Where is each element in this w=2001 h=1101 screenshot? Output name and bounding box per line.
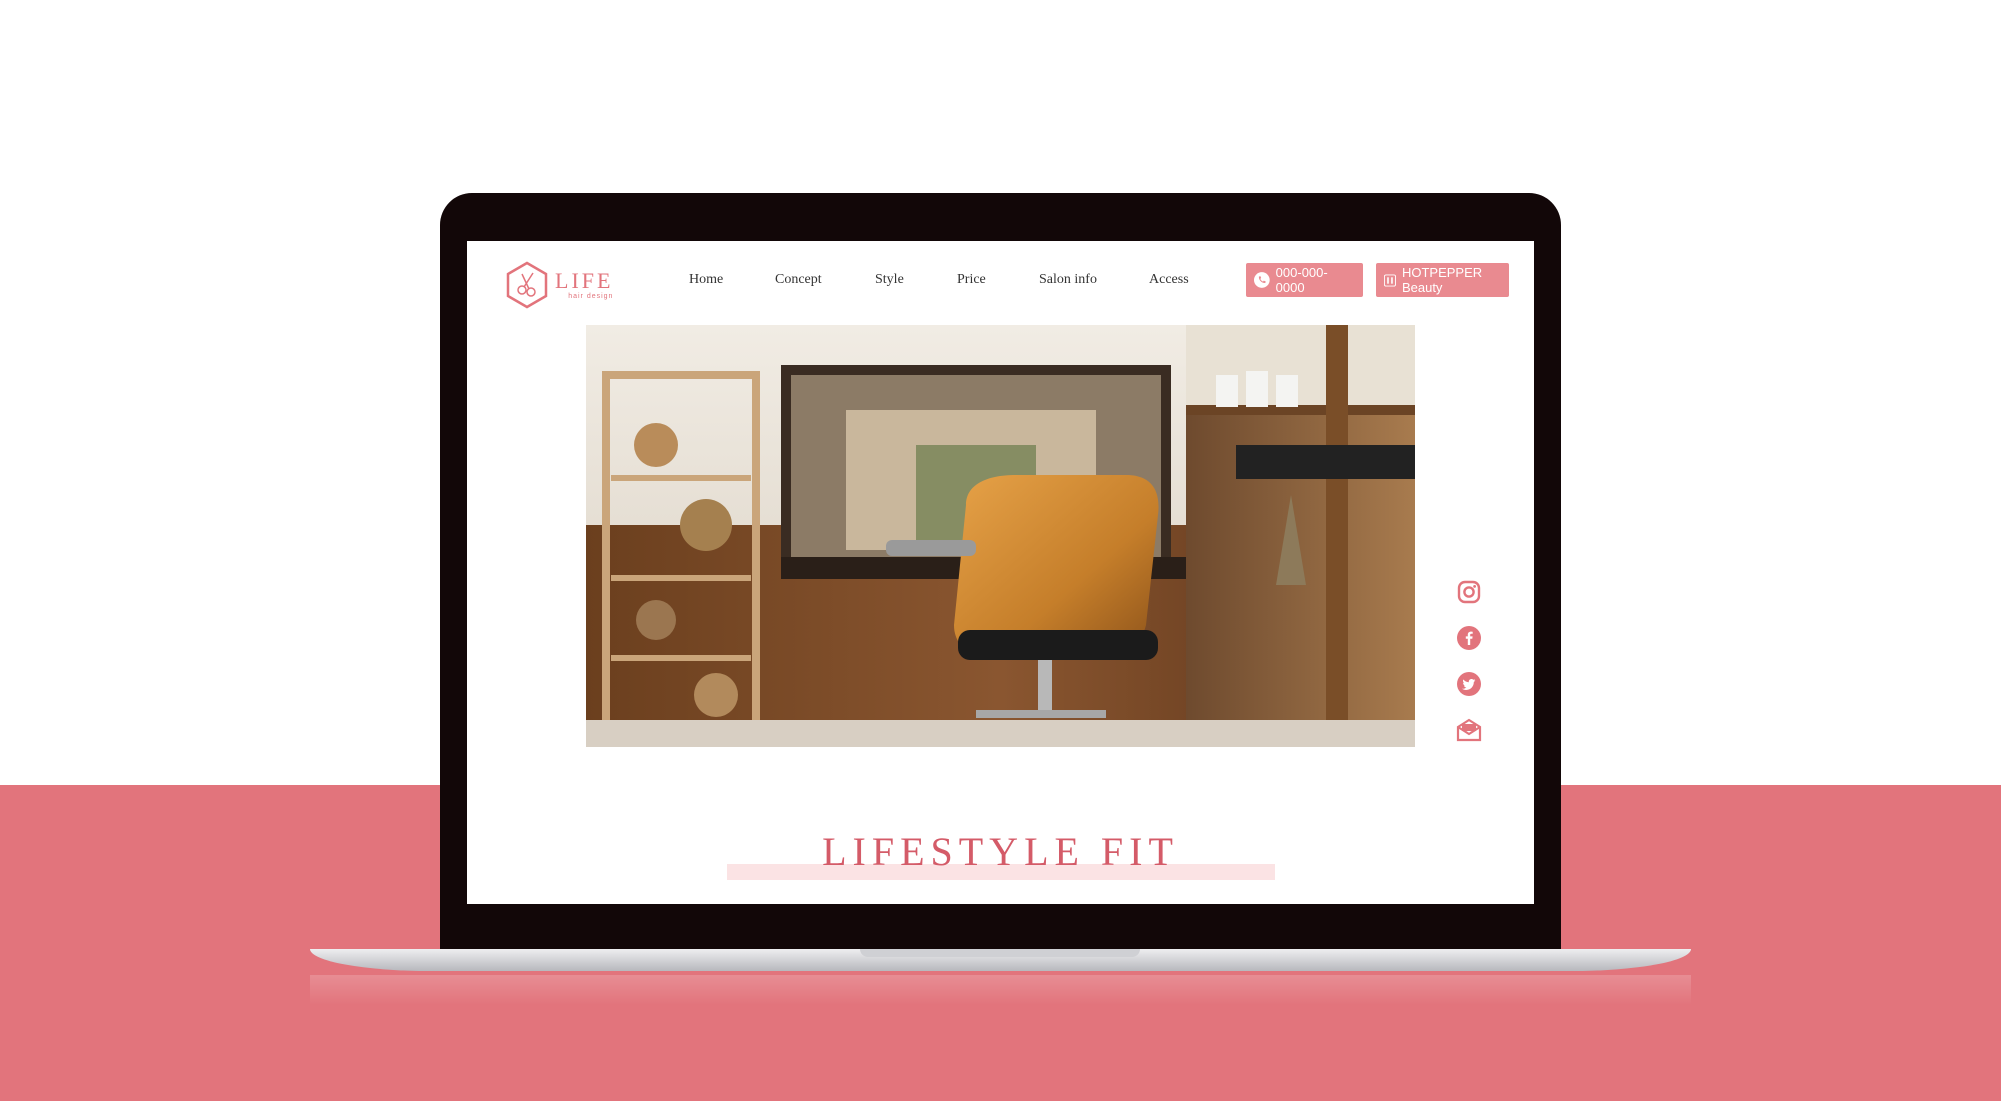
scissors-hexagon-icon — [506, 261, 548, 309]
logo-title: LIFE — [555, 268, 614, 293]
instagram-icon[interactable] — [1456, 579, 1482, 605]
laptop-notch — [860, 949, 1140, 957]
twitter-icon[interactable] — [1456, 671, 1482, 697]
hotpepper-button[interactable]: HOTPEPPER Beauty — [1376, 263, 1509, 297]
phone-button[interactable]: 000-000-0000 — [1246, 263, 1363, 297]
phone-number: 000-000-0000 — [1275, 265, 1328, 295]
nav-concept[interactable]: Concept — [775, 272, 822, 288]
laptop-shadow — [310, 975, 1691, 1005]
hotpepper-label: HOTPEPPER Beauty — [1401, 265, 1483, 295]
nav-access[interactable]: Access — [1149, 272, 1189, 288]
nav-salon-info[interactable]: Salon info — [1039, 272, 1097, 288]
hero-image — [586, 325, 1415, 747]
mail-icon[interactable] — [1456, 717, 1482, 743]
nav-price[interactable]: Price — [957, 272, 986, 288]
tagline: LIFESTYLE FIT — [822, 829, 1179, 874]
site-logo[interactable]: LIFE hair design — [505, 261, 613, 309]
nav-home[interactable]: Home — [689, 272, 723, 288]
logo-subtitle: hair design — [568, 293, 614, 300]
phone-icon — [1254, 272, 1270, 288]
nav-style[interactable]: Style — [875, 272, 904, 288]
hotpepper-icon — [1384, 273, 1396, 287]
laptop-screen: LIFE hair design Home Concept Style Pric… — [467, 241, 1534, 904]
social-links — [1456, 579, 1482, 743]
facebook-icon[interactable] — [1456, 625, 1482, 651]
salon-interior-photo — [586, 325, 1415, 747]
